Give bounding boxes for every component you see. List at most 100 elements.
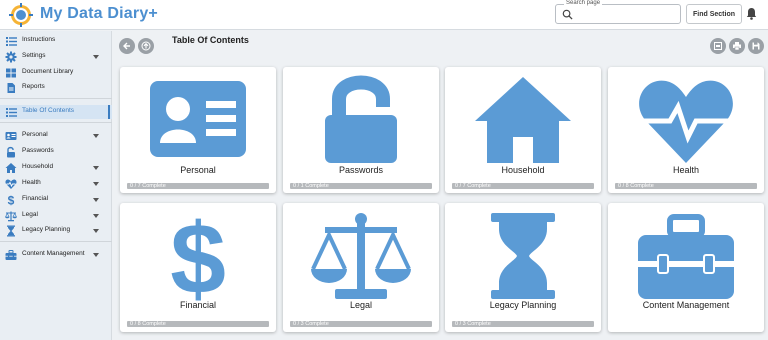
unlock-icon [7, 146, 15, 158]
id-card-icon [5, 132, 17, 140]
sidebar-item-health[interactable]: Health [0, 177, 112, 191]
card-title: Passwords [338, 165, 383, 175]
sidebar-item-label: Legacy Planning [22, 226, 71, 233]
main-header: Table Of Contents [113, 31, 768, 61]
scales-icon [5, 211, 17, 222]
section-card-household[interactable]: Household 0 / 7 Complete [445, 67, 601, 193]
find-section-button[interactable]: Find Section [686, 4, 742, 24]
app-title: My Data Diary+ [40, 5, 158, 22]
section-card-content-management[interactable]: Content Management [608, 203, 764, 332]
print-button[interactable] [729, 38, 745, 54]
logo-icon [9, 3, 33, 27]
section-card-financial[interactable]: $ Financial 0 / 8 Complete [120, 203, 276, 332]
section-card-personal[interactable]: Personal 0 / 7 Complete [120, 67, 276, 193]
sidebar-item-label: Table Of Contents [22, 107, 75, 114]
sidebar-item-label: Health [22, 179, 41, 186]
chevron-down-icon[interactable] [93, 55, 99, 59]
sidebar-item-legacy-planning[interactable]: Legacy Planning [0, 224, 112, 238]
card-title: Personal [180, 165, 216, 175]
sidebar-item-label: Reports [22, 83, 45, 90]
card-title: Financial [179, 300, 217, 310]
card-title: Legacy Planning [489, 300, 557, 310]
chevron-down-icon[interactable] [93, 253, 99, 257]
sidebar-item-label: Document Library [22, 68, 74, 75]
list-icon [6, 37, 17, 46]
sidebar-item-label: Household [22, 163, 54, 170]
heart-pulse-icon [5, 179, 17, 189]
back-button[interactable] [119, 38, 135, 54]
chevron-down-icon[interactable] [93, 229, 99, 233]
sidebar-item-label: Personal [22, 131, 48, 138]
sidebar-item-label: Content Management [22, 250, 85, 257]
toolbox-icon [638, 214, 734, 299]
bell-icon[interactable] [746, 7, 757, 20]
section-card-passwords[interactable]: Passwords 0 / 1 Complete [283, 67, 439, 193]
card-title: Legal [349, 300, 373, 310]
svg-text:$: $ [170, 211, 226, 301]
sidebar-item-passwords[interactable]: Passwords [0, 145, 112, 159]
search-label: Search page [564, 0, 603, 6]
dollar-icon: $ [8, 194, 15, 206]
arrow-left-icon [123, 42, 130, 50]
sidebar-item-household[interactable]: Household [0, 161, 112, 175]
search-box[interactable]: Search page [555, 0, 681, 24]
sidebar-item-content-management[interactable]: Content Management [0, 248, 112, 262]
sidebar-divider [0, 98, 112, 99]
sidebar-item-label: Settings [22, 52, 46, 59]
house-icon [475, 77, 571, 163]
save-icon [752, 42, 760, 50]
heart-pulse-icon [639, 80, 733, 163]
sidebar-item-label: Legal [22, 211, 38, 218]
search-icon [562, 9, 573, 20]
progress-text: 0 / 8 Complete [130, 320, 166, 327]
up-button[interactable] [138, 38, 154, 54]
hourglass-icon [491, 213, 555, 299]
sidebar-item-label: Instructions [22, 36, 56, 43]
chevron-down-icon[interactable] [93, 182, 99, 186]
chevron-down-icon[interactable] [93, 166, 99, 170]
sidebar-item-legal[interactable]: Legal [0, 209, 112, 223]
card-title: Health [672, 165, 699, 175]
sidebar-item-instructions[interactable]: Instructions [0, 34, 112, 48]
sidebar-divider [0, 241, 112, 242]
progress-text: 0 / 3 Complete [455, 320, 491, 327]
progress-bar: 0 / 3 Complete [452, 321, 594, 327]
sidebar-item-label: Financial [22, 195, 49, 202]
chevron-down-icon[interactable] [93, 134, 99, 138]
grid-icon [6, 68, 16, 78]
pdf-button[interactable] [710, 38, 726, 54]
chevron-down-icon[interactable] [93, 214, 99, 218]
unlock-icon [325, 75, 397, 163]
gear-icon [5, 51, 17, 63]
svg-text:$: $ [8, 194, 15, 206]
toolbox-icon [5, 250, 17, 260]
sidebar-item-label: Passwords [22, 147, 54, 154]
pdf-icon [714, 42, 722, 50]
hourglass-icon [7, 225, 15, 237]
house-icon [5, 163, 17, 173]
scales-icon [311, 213, 411, 299]
section-card-health[interactable]: Health 0 / 8 Complete [608, 67, 764, 193]
active-indicator [108, 105, 110, 119]
sidebar-item-personal[interactable]: Personal [0, 129, 112, 143]
card-title: Household [501, 165, 545, 175]
sidebar-item-financial[interactable]: $ Financial [0, 193, 112, 207]
section-card-legacy-planning[interactable]: Legacy Planning 0 / 3 Complete [445, 203, 601, 332]
sidebar-item-reports[interactable]: Reports [0, 81, 112, 95]
section-card-legal[interactable]: Legal 0 / 3 Complete [283, 203, 439, 332]
progress-bar: 0 / 8 Complete [127, 321, 269, 327]
card-title: Content Management [642, 300, 730, 310]
save-button[interactable] [748, 38, 764, 54]
progress-bar: 0 / 1 Complete [290, 183, 432, 189]
sidebar: Instructions Settings Document Library Repo… [0, 31, 112, 340]
document-icon [7, 83, 15, 93]
search-input[interactable] [576, 8, 676, 21]
progress-bar: 0 / 7 Complete [127, 183, 269, 189]
progress-text: 0 / 3 Complete [293, 320, 329, 327]
progress-bar: 0 / 3 Complete [290, 321, 432, 327]
chevron-down-icon[interactable] [93, 198, 99, 202]
sidebar-item-document-library[interactable]: Document Library [0, 66, 112, 80]
sidebar-item-table-of-contents[interactable]: Table Of Contents [0, 105, 112, 119]
sidebar-divider [0, 122, 112, 123]
sidebar-item-settings[interactable]: Settings [0, 50, 112, 64]
